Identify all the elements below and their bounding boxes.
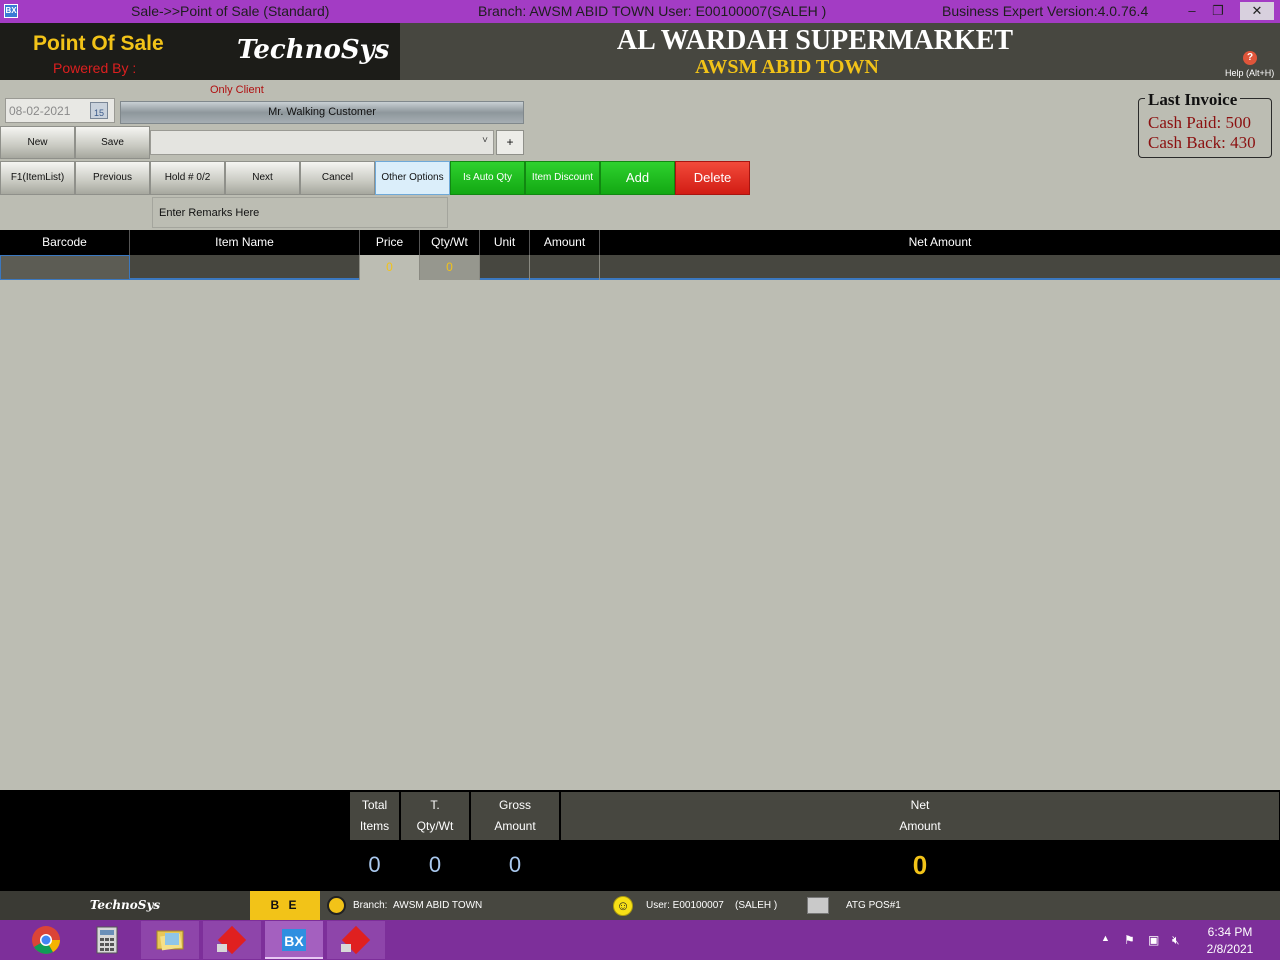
other-options-button[interactable]: Other Options xyxy=(375,161,450,195)
item-list-button[interactable]: F1(ItemList) xyxy=(0,161,75,195)
add-customer-button[interactable]: + xyxy=(496,130,524,155)
volume-muted-icon[interactable]: 🔇︎ xyxy=(1172,933,1180,948)
t-qty-value: 0 xyxy=(428,852,442,877)
branch-label: Branch: xyxy=(353,900,388,911)
branch-value: AWSM ABID TOWN xyxy=(393,900,483,911)
technosys-logo: TechnoSys xyxy=(237,35,390,65)
business-expert-active-icon[interactable]: BX xyxy=(265,921,323,959)
qty-cell[interactable]: 0 xyxy=(420,255,480,280)
column-header-item-name[interactable]: Item Name xyxy=(130,230,360,255)
app-icon: BX xyxy=(4,4,18,18)
net-amount-value: 0 xyxy=(912,850,928,880)
item-name-cell[interactable] xyxy=(130,255,360,280)
help-label[interactable]: Help (Alt+H) xyxy=(1225,68,1274,78)
logo-area: Point Of Sale Powered By : TechnoSys xyxy=(0,23,400,80)
cash-back: Cash Back: 430 xyxy=(1148,133,1256,152)
t-qty-label-1: T. xyxy=(430,798,440,812)
item-discount-button[interactable]: Item Discount xyxy=(525,161,600,195)
column-header-qty[interactable]: Qty/Wt xyxy=(420,230,480,255)
add-button[interactable]: Add xyxy=(600,161,675,195)
user-name: (SALEH ) xyxy=(735,900,778,911)
svg-text:BX: BX xyxy=(284,933,304,949)
smiley-icon: ☺ xyxy=(613,896,633,916)
column-header-price[interactable]: Price xyxy=(360,230,420,255)
store-name: AL WARDAH SUPERMARKET xyxy=(616,25,1014,56)
minimize-button[interactable]: – xyxy=(1179,2,1205,20)
calendar-icon[interactable]: 15 xyxy=(90,102,108,119)
total-items-header: Total Items xyxy=(350,792,399,840)
auto-qty-button[interactable]: Is Auto Qty xyxy=(450,161,525,195)
clock-date[interactable]: 2/8/2021 xyxy=(1200,942,1260,956)
next-button[interactable]: Next xyxy=(225,161,300,195)
delete-button[interactable]: Delete xyxy=(675,161,750,195)
date-picker[interactable]: 08-02-2021 15 xyxy=(5,98,115,123)
total-items-label-1: Total xyxy=(361,798,388,812)
window-title: Sale->>Point of Sale (Standard) xyxy=(131,3,330,19)
new-button[interactable]: New xyxy=(0,126,75,159)
cancel-button[interactable]: Cancel xyxy=(300,161,375,195)
taskbar: BX ▲ ⚑ ▣ 🔇︎ 6:34 PM 2/8/2021 xyxy=(0,920,1280,960)
chevron-down-icon[interactable]: ˅ xyxy=(482,135,488,146)
unit-cell[interactable] xyxy=(480,255,530,280)
customer-field[interactable]: Mr. Walking Customer xyxy=(120,101,524,124)
flag-icon[interactable]: ⚑ xyxy=(1124,933,1135,947)
item-combo-box[interactable]: ˅ xyxy=(150,130,494,155)
gross-amount-label-1: Gross xyxy=(498,798,531,812)
be-badge: B E xyxy=(250,891,320,920)
barcode-cell[interactable] xyxy=(0,255,130,280)
help-icon[interactable]: ? xyxy=(1243,51,1257,65)
t-qty-label-2: Qty/Wt xyxy=(416,819,454,833)
pos-terminal: ATG POS#1 xyxy=(846,900,901,911)
t-qty-header: T. Qty/Wt xyxy=(401,792,469,840)
network-icon[interactable]: ▣ xyxy=(1148,933,1159,947)
close-button[interactable]: ✕ xyxy=(1240,2,1274,20)
branch-name: AWSM ABID TOWN xyxy=(695,56,879,78)
total-items-value: 0 xyxy=(368,852,381,877)
column-header-barcode[interactable]: Barcode xyxy=(0,230,130,255)
remarks-input[interactable]: Enter Remarks Here xyxy=(152,197,448,228)
window-title-bar: BX Sale->>Point of Sale (Standard) Branc… xyxy=(0,0,1280,23)
gross-amount-header: Gross Amount xyxy=(471,792,559,840)
column-header-net-amount[interactable]: Net Amount xyxy=(600,230,1280,255)
net-amount-label-2: Amount xyxy=(899,819,941,833)
gross-amount-value: 0 xyxy=(508,852,522,877)
net-amount-label-1: Net xyxy=(910,798,930,812)
app-header: Point Of Sale Powered By : TechnoSys AL … xyxy=(0,23,1280,80)
statusbar-logo: TechnoSys xyxy=(0,891,250,920)
status-bar: TechnoSys B E Branch: AWSM ABID TOWN ☺ U… xyxy=(0,891,1280,920)
previous-button[interactable]: Previous xyxy=(75,161,150,195)
chrome-icon[interactable] xyxy=(17,921,75,959)
last-invoice-title: Last Invoice xyxy=(1145,90,1241,110)
powered-by-label: Powered By : xyxy=(53,60,137,76)
cash-register-icon xyxy=(807,897,829,914)
totals-panel: Total Items T. Qty/Wt Gross Amount Net A… xyxy=(0,790,1280,891)
business-expert-icon-2[interactable] xyxy=(327,921,385,959)
branch-user-info: Branch: AWSM ABID TOWN User: E00100007(S… xyxy=(478,3,827,19)
date-value: 08-02-2021 xyxy=(9,104,71,118)
table-row[interactable]: 0 0 xyxy=(0,255,1280,280)
save-button[interactable]: Save xyxy=(75,126,150,159)
user-id: User: E00100007 xyxy=(646,900,724,911)
restore-button[interactable]: ❐ xyxy=(1205,2,1231,20)
column-header-amount[interactable]: Amount xyxy=(530,230,600,255)
pos-title: Point Of Sale xyxy=(33,32,164,55)
grid-header: Barcode Item Name Price Qty/Wt Unit Amou… xyxy=(0,230,1280,255)
net-amount-cell[interactable] xyxy=(600,255,1280,280)
net-amount-header: Net Amount xyxy=(561,792,1279,840)
only-client-label: Only Client xyxy=(210,84,264,96)
hold-button[interactable]: Hold # 0/2 xyxy=(150,161,225,195)
version-info: Business Expert Version:4.0.76.4 xyxy=(942,3,1149,19)
calculator-icon[interactable] xyxy=(78,921,136,959)
file-explorer-icon[interactable] xyxy=(141,921,199,959)
tray-chevron-up-icon[interactable]: ▲ xyxy=(1101,933,1110,943)
clock-time[interactable]: 6:34 PM xyxy=(1200,925,1260,939)
amount-cell[interactable] xyxy=(530,255,600,280)
business-expert-icon-1[interactable] xyxy=(203,921,261,959)
total-items-label-2: Items xyxy=(359,819,390,833)
cash-paid: Cash Paid: 500 xyxy=(1148,113,1251,132)
price-cell[interactable]: 0 xyxy=(360,255,420,280)
column-header-unit[interactable]: Unit xyxy=(480,230,530,255)
gross-amount-label-2: Amount xyxy=(494,819,536,833)
branch-icon xyxy=(327,896,346,915)
